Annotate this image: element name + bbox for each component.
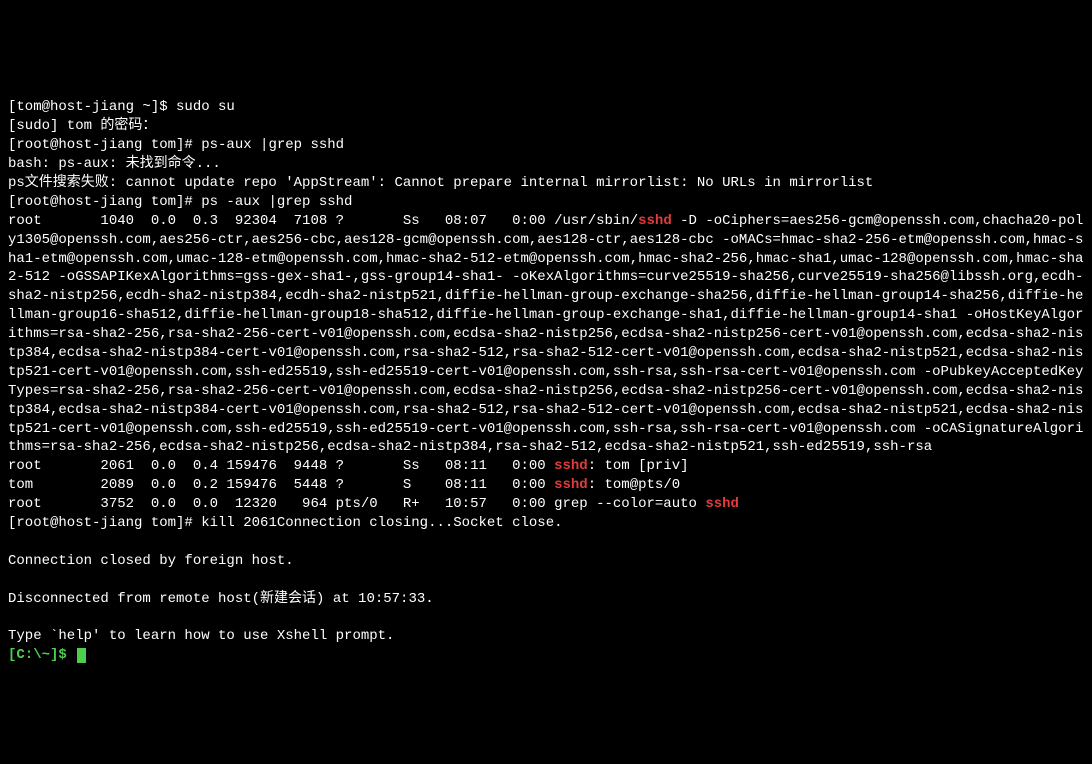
xshell-prompt[interactable]: [C:\~]$ [8, 647, 75, 663]
ps-text: tom 2089 0.0 0.2 159476 5448 ? S 08:11 0… [8, 477, 554, 493]
ps-text: : tom@pts/0 [588, 477, 680, 493]
cursor-icon [77, 648, 86, 663]
grep-match: sshd [705, 496, 739, 512]
terminal-line: [root@host-jiang tom]# ps-aux |grep sshd [8, 137, 344, 153]
terminal-line: [sudo] tom 的密码： [8, 118, 156, 134]
terminal-line: ps文件搜索失败: cannot update repo 'AppStream'… [8, 175, 873, 191]
ps-row-sshd-pts: tom 2089 0.0 0.2 159476 5448 ? S 08:11 0… [8, 477, 680, 493]
terminal-output[interactable]: [tom@host-jiang ~]$ sudo su [sudo] tom 的… [8, 80, 1084, 666]
ps-text: -D -oCiphers=aes256-gcm@openssh.com,chac… [8, 213, 1083, 456]
terminal-line: bash: ps-aux: 未找到命令... [8, 156, 221, 172]
terminal-line: Disconnected from remote host(新建会话) at 1… [8, 591, 434, 607]
ps-text: : tom [priv] [588, 458, 689, 474]
terminal-line: [tom@host-jiang ~]$ sudo su [8, 99, 235, 115]
ps-row-sshd-daemon: root 1040 0.0 0.3 92304 7108 ? Ss 08:07 … [8, 213, 1083, 456]
ps-row-sshd-priv: root 2061 0.0 0.4 159476 9448 ? Ss 08:11… [8, 458, 689, 474]
ps-text: root 3752 0.0 0.0 12320 964 pts/0 R+ 10:… [8, 496, 705, 512]
terminal-line: [root@host-jiang tom]# ps -aux |grep ssh… [8, 194, 352, 210]
ps-text: root 2061 0.0 0.4 159476 9448 ? Ss 08:11… [8, 458, 554, 474]
terminal-line: [root@host-jiang tom]# kill 2061Connecti… [8, 515, 563, 531]
terminal-line: Connection closed by foreign host. [8, 553, 294, 569]
grep-match: sshd [638, 213, 672, 229]
ps-row-grep: root 3752 0.0 0.0 12320 964 pts/0 R+ 10:… [8, 496, 739, 512]
ps-text: root 1040 0.0 0.3 92304 7108 ? Ss 08:07 … [8, 213, 638, 229]
grep-match: sshd [554, 458, 588, 474]
grep-match: sshd [554, 477, 588, 493]
terminal-line: Type `help' to learn how to use Xshell p… [8, 628, 394, 644]
